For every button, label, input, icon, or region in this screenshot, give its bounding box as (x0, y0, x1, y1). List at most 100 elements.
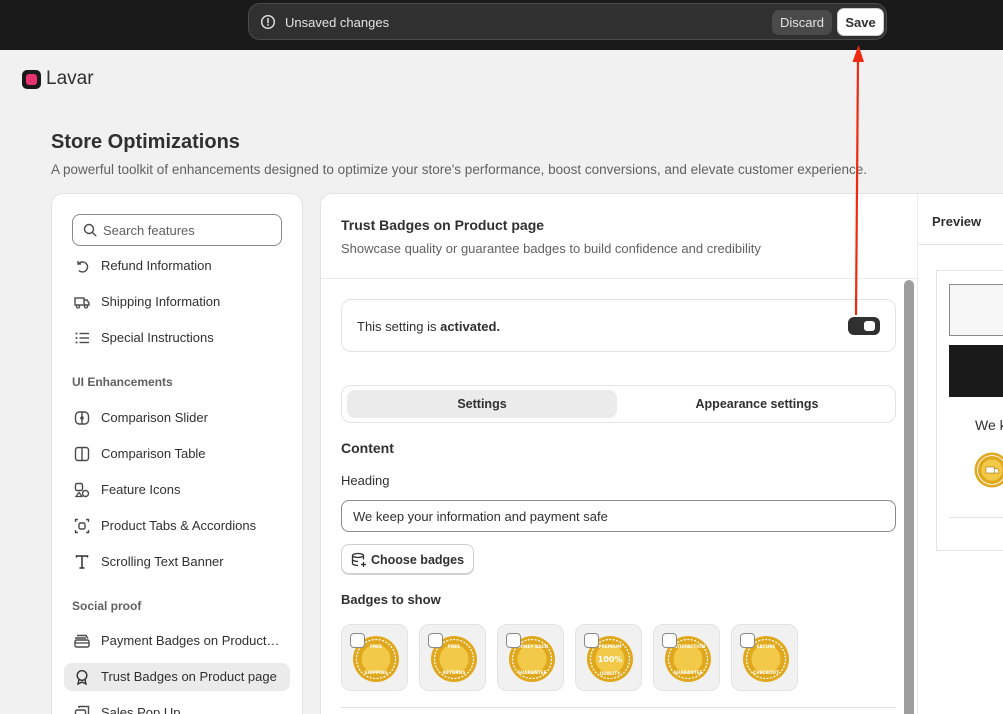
choose-badges-button[interactable]: Choose badges (341, 544, 474, 574)
tab-appearance-settings[interactable]: Appearance settings (622, 390, 892, 418)
sidebar-item-label: Feature Icons (101, 482, 181, 497)
badge-text: QUALITY (600, 671, 622, 677)
page-subtitle: A powerful toolkit of enhancements desig… (51, 162, 868, 177)
preview-heading: We k (975, 417, 1003, 433)
sidebar-item-label: Scrolling Text Banner (101, 554, 224, 569)
app-logo (22, 70, 41, 89)
activation-status: This setting is activated. (341, 299, 896, 352)
sidebar-item-sales-pop-up[interactable]: Sales Pop Up (64, 699, 290, 714)
divider (321, 278, 917, 279)
discard-button[interactable]: Discard (772, 10, 832, 35)
sidebar-item-label: Sales Pop Up (101, 705, 181, 714)
status-value: activated. (440, 319, 501, 334)
sidebar-item-feature-icons[interactable]: Feature Icons (64, 476, 290, 504)
unsaved-message: Unsaved changes (285, 15, 390, 30)
sidebar-item-comparison-slider[interactable]: Comparison Slider (64, 404, 290, 432)
refund-icon (77, 261, 89, 273)
list-icon (75, 332, 89, 344)
badge-text: GUARANTEE (673, 670, 702, 676)
sidebar-item-payment-badges[interactable]: Payment Badges on Product page (64, 627, 290, 655)
free-shipping-badge-preview (974, 452, 1003, 488)
section-heading-ui: UI Enhancements (72, 375, 173, 389)
truck-icon (74, 297, 90, 309)
badge-text: PREMIUM (598, 644, 621, 650)
status-text: This setting is activated. (357, 319, 501, 334)
sidebar-item-label: Payment Badges on Product page (101, 633, 283, 648)
tab-settings[interactable]: Settings (347, 390, 617, 418)
sidebar-item-refund-information[interactable]: Refund Information (64, 252, 290, 280)
tab-preview[interactable]: Preview (932, 214, 981, 229)
card-title: Trust Badges on Product page (341, 217, 545, 233)
badge-text: RETURNS (443, 670, 466, 676)
unsaved-changes-bar: Unsaved changes Discard Save (248, 3, 887, 40)
badge-checkbox[interactable] (428, 633, 443, 648)
badge-tile[interactable]: PREMIUM 100% QUALITY (575, 624, 642, 691)
sidebar-item-comparison-table[interactable]: Comparison Table (64, 440, 290, 468)
preview-placeholder-box (949, 284, 1003, 336)
sidebar-item-label: Comparison Slider (101, 410, 208, 425)
card-subtitle: Showcase quality or guarantee badges to … (341, 241, 761, 256)
features-sidebar: Refund Information Shipping Information … (51, 193, 303, 714)
save-button[interactable]: Save (837, 8, 884, 36)
sidebar-item-label: Trust Badges on Product page (101, 669, 277, 684)
choose-badges-label: Choose badges (371, 553, 465, 567)
shapes-icon (74, 482, 90, 498)
settings-scrollbar[interactable] (904, 280, 914, 714)
badge-checkbox[interactable] (506, 633, 521, 648)
app-name: Lavar (46, 68, 94, 89)
heading-input[interactable] (341, 500, 896, 532)
badge-text: CHECKOUT (753, 670, 779, 676)
search-icon (83, 223, 97, 237)
badge-tile[interactable]: FREE RETURNS (419, 624, 486, 691)
badge-text: GUARANTEE (517, 670, 546, 676)
section-heading-social: Social proof (72, 599, 142, 613)
badge-text: FREE (448, 644, 460, 650)
sidebar-item-product-tabs-accordions[interactable]: Product Tabs & Accordions (64, 512, 290, 540)
database-plus-icon (351, 552, 366, 567)
badges-heading: Badges to show (341, 592, 441, 607)
sidebar-item-label: Comparison Table (101, 446, 206, 461)
text-icon (75, 555, 89, 569)
badge-text: SECURE (757, 644, 776, 650)
product-page-preview: We k (936, 270, 1003, 551)
search-input[interactable] (103, 221, 273, 239)
badge-tile[interactable]: MONEY BACK GUARANTEE (497, 624, 564, 691)
top-bar: Unsaved changes Discard Save (0, 0, 1003, 50)
search-box[interactable] (72, 214, 282, 246)
columns-icon (74, 446, 90, 462)
sidebar-item-label: Special Instructions (101, 330, 214, 345)
badge-text: 100% (598, 655, 623, 664)
compare-slider-icon (74, 411, 90, 425)
payment-icon (74, 634, 90, 648)
sidebar-item-special-instructions[interactable]: Special Instructions (64, 324, 290, 352)
divider (341, 707, 896, 708)
badge-checkbox[interactable] (350, 633, 365, 648)
sidebar-item-label: Refund Information (101, 258, 212, 273)
alert-icon (260, 14, 276, 30)
sidebar-item-label: Shipping Information (101, 294, 221, 309)
preview-dark-box (949, 345, 1003, 397)
badge-checkbox[interactable] (662, 633, 677, 648)
badge-icon (76, 669, 88, 685)
popup-icon (74, 705, 90, 714)
sidebar-item-shipping-information[interactable]: Shipping Information (64, 288, 290, 316)
badge-text: FREE (370, 644, 382, 650)
badge-text: SHIPPING (364, 670, 388, 676)
sidebar-item-scrolling-text-banner[interactable]: Scrolling Text Banner (64, 548, 290, 576)
badge-tile[interactable]: FREE SHIPPING (341, 624, 408, 691)
badge-tile[interactable]: SATISFACTION GUARANTEE (653, 624, 720, 691)
sidebar-item-label: Product Tabs & Accordions (101, 518, 257, 533)
badge-checkbox[interactable] (584, 633, 599, 648)
settings-card: Trust Badges on Product page Showcase qu… (320, 193, 1003, 714)
badge-checkbox[interactable] (740, 633, 755, 648)
activation-toggle[interactable] (848, 317, 880, 335)
preview-pane: Preview We k (917, 194, 1003, 714)
heading-label: Heading (341, 473, 390, 488)
tabs-icon (74, 518, 90, 534)
page-title: Store Optimizations (51, 131, 240, 153)
content-heading: Content (341, 440, 394, 456)
settings-tabs: Settings Appearance settings (341, 385, 896, 423)
sidebar-item-trust-badges[interactable]: Trust Badges on Product page (64, 663, 290, 691)
divider (949, 517, 1003, 518)
badge-tile[interactable]: SECURE CHECKOUT (731, 624, 798, 691)
